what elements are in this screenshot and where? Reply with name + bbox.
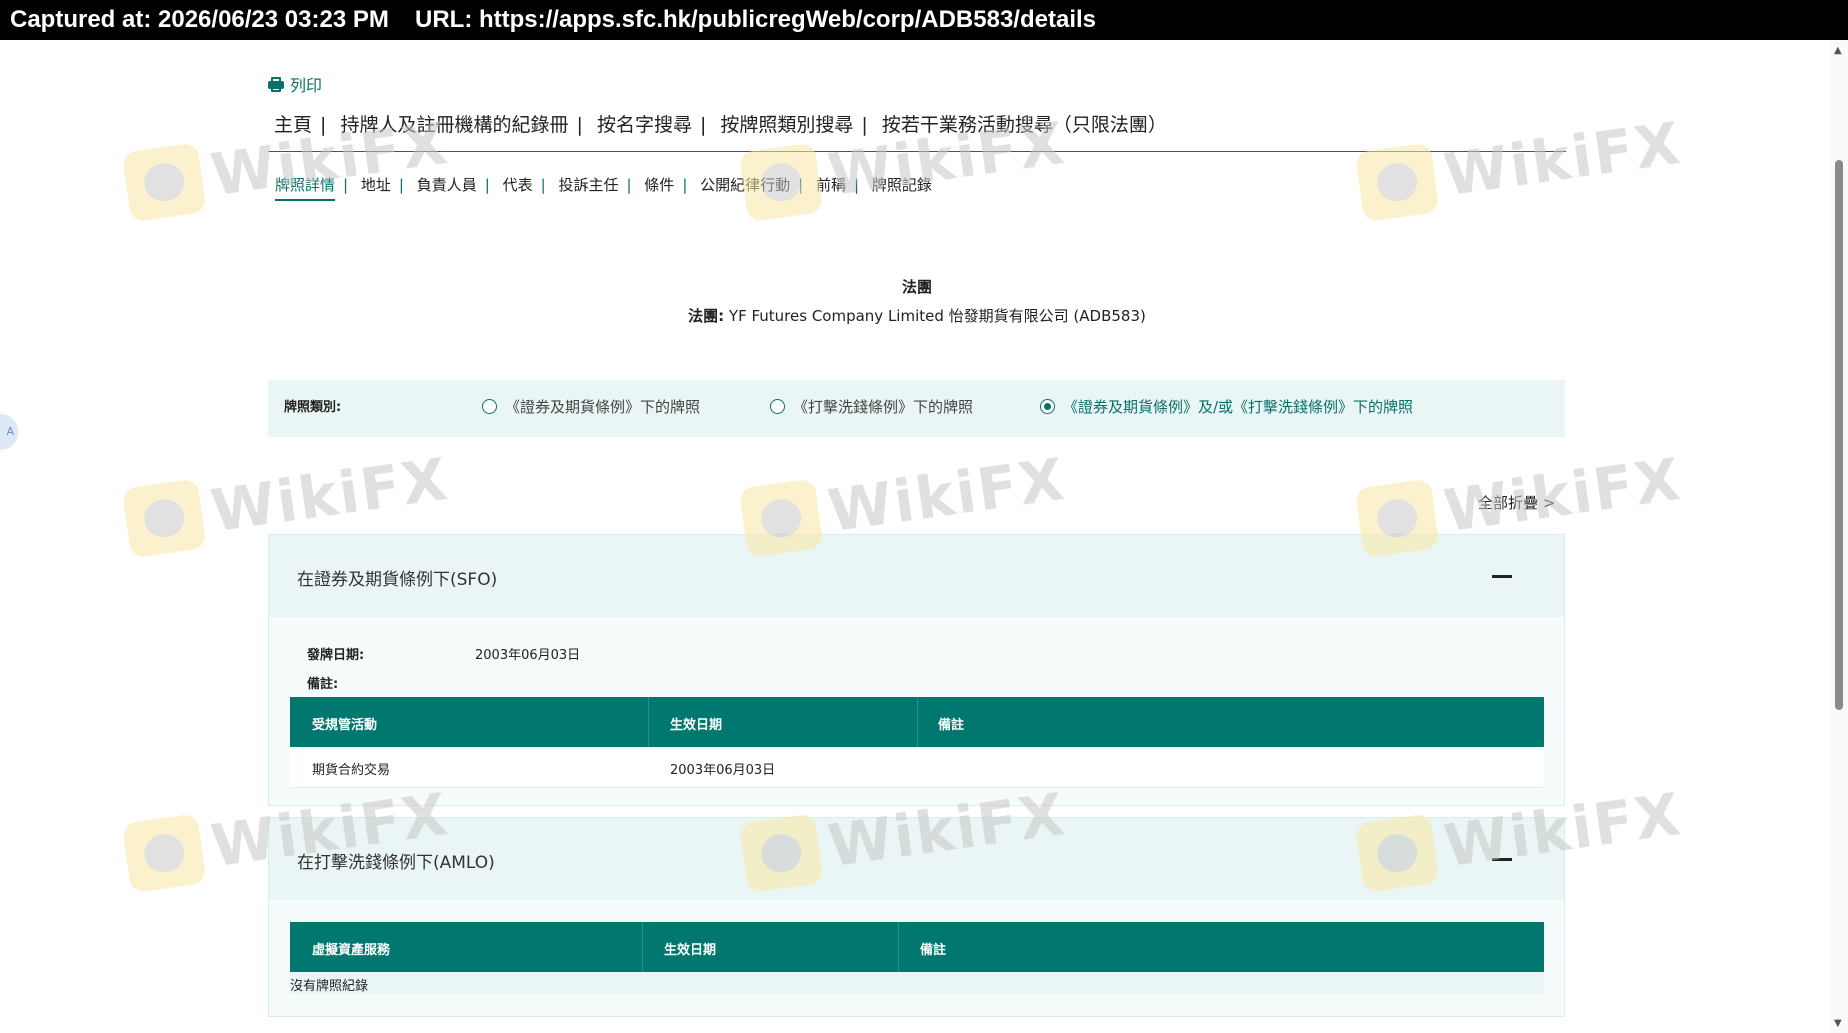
tab-conditions[interactable]: 條件 — [644, 174, 674, 199]
tab-disciplinary-actions[interactable]: 公開紀律行動 — [700, 174, 790, 199]
remarks-label: 備註: — [307, 677, 339, 692]
column-header: 生效日期 — [670, 718, 723, 733]
issue-date-value: 2003年06月03日 — [475, 648, 581, 663]
tab-responsible-officers[interactable]: 負責人員 — [417, 174, 477, 199]
nav-search-by-license-type[interactable]: 按牌照類別搜尋 — [720, 114, 853, 136]
license-type-filter: 牌照類別: 《證券及期貨條例》下的牌照 《打擊洗錢條例》下的牌照 《證券及期貨條… — [268, 380, 1565, 437]
tab-former-names[interactable]: 前稱 — [816, 174, 846, 199]
column-header: 生效日期 — [664, 943, 717, 958]
no-record-text: 沒有牌照紀錄 — [290, 979, 369, 994]
table-cell: 2003年06月03日 — [670, 763, 776, 778]
license-type-label: 牌照類別: — [284, 400, 342, 415]
tab-address[interactable]: 地址 — [361, 174, 391, 199]
sfo-section-title: 在證券及期貨條例下(SFO) — [297, 570, 498, 590]
wikifx-logo — [121, 478, 207, 559]
vertical-scrollbar[interactable]: ▲ ▼ — [1830, 40, 1848, 1033]
sfo-activity-table: 受規管活動 生效日期 備註 期貨合約交易 2003年06月03日 — [290, 697, 1544, 788]
nav-search-by-name[interactable]: 按名字搜尋 — [597, 114, 692, 136]
sfo-section: 在證券及期貨條例下(SFO) 發牌日期: 2003年06月03日 備註: 受規管… — [268, 534, 1565, 806]
tab-license-details[interactable]: 牌照詳情 — [275, 174, 336, 201]
table-cell: 期貨合約交易 — [312, 763, 391, 778]
license-option-label: 《打擊洗錢條例》下的牌照 — [793, 398, 974, 416]
entity-name: YF Futures Company Limited 怡發期貨有限公司 (ADB… — [728, 307, 1146, 325]
print-link[interactable]: 列印 — [268, 72, 322, 96]
wikifx-watermark: WikiFX — [1354, 108, 1686, 223]
capture-url: URL: https://apps.sfc.hk/publicregWeb/co… — [415, 6, 1096, 33]
amlo-section: 在打擊洗錢條例下(AMLO) 虛擬資產服務 生效日期 備註 沒有牌照紀錄 — [268, 817, 1565, 1017]
license-option-label: 《證券及期貨條例》下的牌照 — [505, 398, 701, 416]
entity-type: 法團 — [901, 278, 932, 296]
scroll-up-arrow-icon[interactable]: ▲ — [1834, 45, 1842, 56]
collapse-all-link[interactable]: 全部折疊 > — [1478, 492, 1555, 513]
table-header: 受規管活動 生效日期 備註 — [290, 697, 1544, 747]
detail-tabs: 牌照詳情 | 地址 | 負責人員 | 代表 | 投訴主任 | 條件 | 公開紀律行動 | 前稱… — [275, 174, 932, 201]
tab-representatives[interactable]: 代表 — [503, 174, 533, 199]
wikifx-logo — [1354, 142, 1440, 223]
capture-bar: Captured at: 2026/06/23 03:23 PM URL: ht… — [0, 0, 1848, 40]
entity-header: 法團 法團: YF Futures Company Limited 怡發期貨有限… — [0, 276, 1834, 326]
tab-complaints-officer[interactable]: 投訴主任 — [558, 174, 618, 199]
column-header: 備註 — [938, 718, 965, 733]
scrollbar-thumb[interactable] — [1835, 160, 1843, 710]
collapse-minus-icon[interactable] — [1492, 575, 1512, 578]
radio-selected-icon[interactable] — [1040, 399, 1055, 414]
radio-icon[interactable] — [482, 399, 497, 414]
table-row: 期貨合約交易 2003年06月03日 — [290, 747, 1544, 788]
column-header: 受規管活動 — [312, 718, 378, 733]
amlo-service-table: 虛擬資產服務 生效日期 備註 沒有牌照紀錄 — [290, 922, 1544, 994]
sfo-section-header[interactable]: 在證券及期貨條例下(SFO) — [269, 535, 1564, 617]
column-header: 備註 — [920, 943, 947, 958]
tab-license-record[interactable]: 牌照記錄 — [872, 174, 932, 199]
wikifx-logo — [121, 142, 207, 223]
top-navigation: 主頁 | 持牌人及註冊機構的紀錄冊 | 按名字搜尋 | 按牌照類別搜尋 | 按若干業務活… — [274, 114, 1167, 136]
entity-name-line: 法團: YF Futures Company Limited 怡發期貨有限公司 … — [0, 305, 1834, 326]
nav-search-by-activity[interactable]: 按若干業務活動搜尋（只限法團） — [882, 114, 1167, 136]
table-header: 虛擬資產服務 生效日期 備註 — [290, 922, 1544, 972]
printer-icon — [268, 76, 284, 92]
nav-register[interactable]: 持牌人及註冊機構的紀錄冊 — [340, 114, 568, 136]
amlo-section-header[interactable]: 在打擊洗錢條例下(AMLO) — [269, 818, 1564, 900]
issue-date-label: 發牌日期: — [307, 648, 365, 663]
no-record-row: 沒有牌照紀錄 — [290, 972, 1544, 994]
capture-timestamp: Captured at: 2026/06/23 03:23 PM — [10, 6, 389, 33]
entity-name-label: 法團: — [688, 307, 725, 325]
collapse-minus-icon[interactable] — [1492, 858, 1512, 861]
side-assist-bubble[interactable]: A — [0, 414, 18, 450]
license-option-label: 《證券及期貨條例》及/或《打擊洗錢條例》下的牌照 — [1063, 398, 1414, 416]
column-header: 虛擬資產服務 — [312, 943, 391, 958]
license-option-amlo[interactable]: 《打擊洗錢條例》下的牌照 — [770, 396, 973, 417]
print-label: 列印 — [290, 76, 323, 95]
amlo-section-title: 在打擊洗錢條例下(AMLO) — [297, 853, 495, 873]
scroll-down-arrow-icon[interactable]: ▼ — [1834, 1018, 1842, 1029]
wikifx-logo — [121, 813, 207, 894]
license-option-sfo[interactable]: 《證券及期貨條例》下的牌照 — [482, 396, 700, 417]
nav-home[interactable]: 主頁 — [274, 114, 312, 136]
license-option-sfo-or-amlo[interactable]: 《證券及期貨條例》及/或《打擊洗錢條例》下的牌照 — [1040, 396, 1413, 417]
radio-icon[interactable] — [770, 399, 785, 414]
nav-divider — [268, 151, 1566, 152]
